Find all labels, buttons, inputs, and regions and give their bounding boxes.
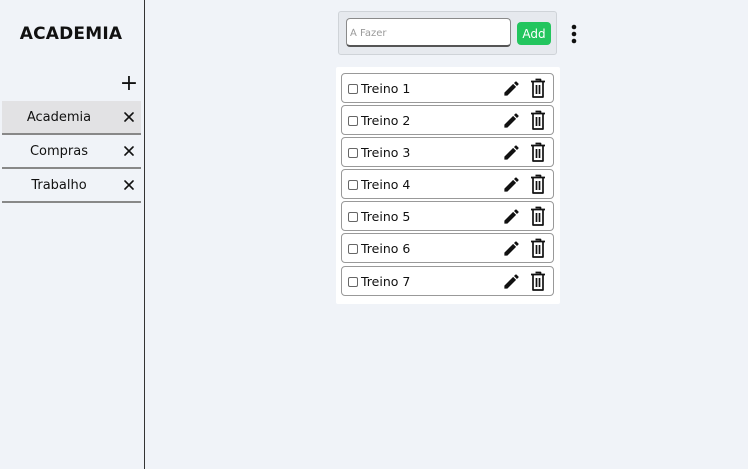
pencil-icon[interactable] <box>502 143 521 162</box>
new-todo-bar: Add <box>338 11 557 55</box>
todo-label: Treino 6 <box>361 241 411 256</box>
pencil-icon[interactable] <box>502 239 521 258</box>
todo-item: Treino 4 <box>341 169 554 199</box>
todo-label: Treino 4 <box>361 177 411 192</box>
close-icon[interactable] <box>122 178 136 192</box>
todo-label: Treino 5 <box>361 209 411 224</box>
todo-label: Treino 3 <box>361 145 411 160</box>
trash-icon[interactable] <box>530 238 546 259</box>
close-icon[interactable] <box>122 144 136 158</box>
trash-icon[interactable] <box>530 271 546 292</box>
todo-label: Treino 7 <box>361 274 411 289</box>
sidebar: ACADEMIA + Academia Compras Trabalho <box>0 0 145 469</box>
todo-label: Treino 1 <box>361 81 411 96</box>
kebab-menu-icon[interactable] <box>566 22 582 46</box>
todo-input[interactable] <box>346 18 511 47</box>
todo-checkbox[interactable] <box>348 116 358 126</box>
todo-item: Treino 7 <box>341 266 554 296</box>
trash-icon[interactable] <box>530 206 546 227</box>
todo-label: Treino 2 <box>361 113 411 128</box>
sidebar-item-compras[interactable]: Compras <box>2 135 141 169</box>
trash-icon[interactable] <box>530 78 546 99</box>
sidebar-item-label: Academia <box>26 110 92 125</box>
plus-icon: + <box>119 71 139 96</box>
app-title: ACADEMIA <box>19 24 123 44</box>
add-button[interactable]: Add <box>517 22 551 45</box>
sidebar-item-label: Trabalho <box>31 178 87 193</box>
pencil-icon[interactable] <box>502 79 521 98</box>
pencil-icon[interactable] <box>502 111 521 130</box>
pencil-icon[interactable] <box>502 175 521 194</box>
trash-icon[interactable] <box>530 110 546 131</box>
trash-icon[interactable] <box>530 142 546 163</box>
todo-checkbox[interactable] <box>348 244 358 254</box>
todo-list: Treino 1 Treino 2 Treino 3 Treino 4 Trei… <box>336 67 560 304</box>
todo-checkbox[interactable] <box>348 212 358 222</box>
todo-item: Treino 5 <box>341 201 554 231</box>
close-icon[interactable] <box>122 110 136 124</box>
todo-item: Treino 6 <box>341 233 554 263</box>
list-nav: Academia Compras Trabalho <box>2 101 141 203</box>
sidebar-item-trabalho[interactable]: Trabalho <box>2 169 141 203</box>
todo-checkbox[interactable] <box>348 180 358 190</box>
todo-checkbox[interactable] <box>348 148 358 158</box>
pencil-icon[interactable] <box>502 272 521 291</box>
todo-item: Treino 2 <box>341 105 554 135</box>
todo-item: Treino 1 <box>341 73 554 103</box>
todo-checkbox[interactable] <box>348 277 358 287</box>
add-list-button[interactable]: + <box>119 73 139 95</box>
sidebar-item-academia[interactable]: Academia <box>2 101 141 135</box>
todo-item: Treino 3 <box>341 137 554 167</box>
trash-icon[interactable] <box>530 174 546 195</box>
sidebar-item-label: Compras <box>29 144 89 159</box>
pencil-icon[interactable] <box>502 207 521 226</box>
todo-checkbox[interactable] <box>348 84 358 94</box>
